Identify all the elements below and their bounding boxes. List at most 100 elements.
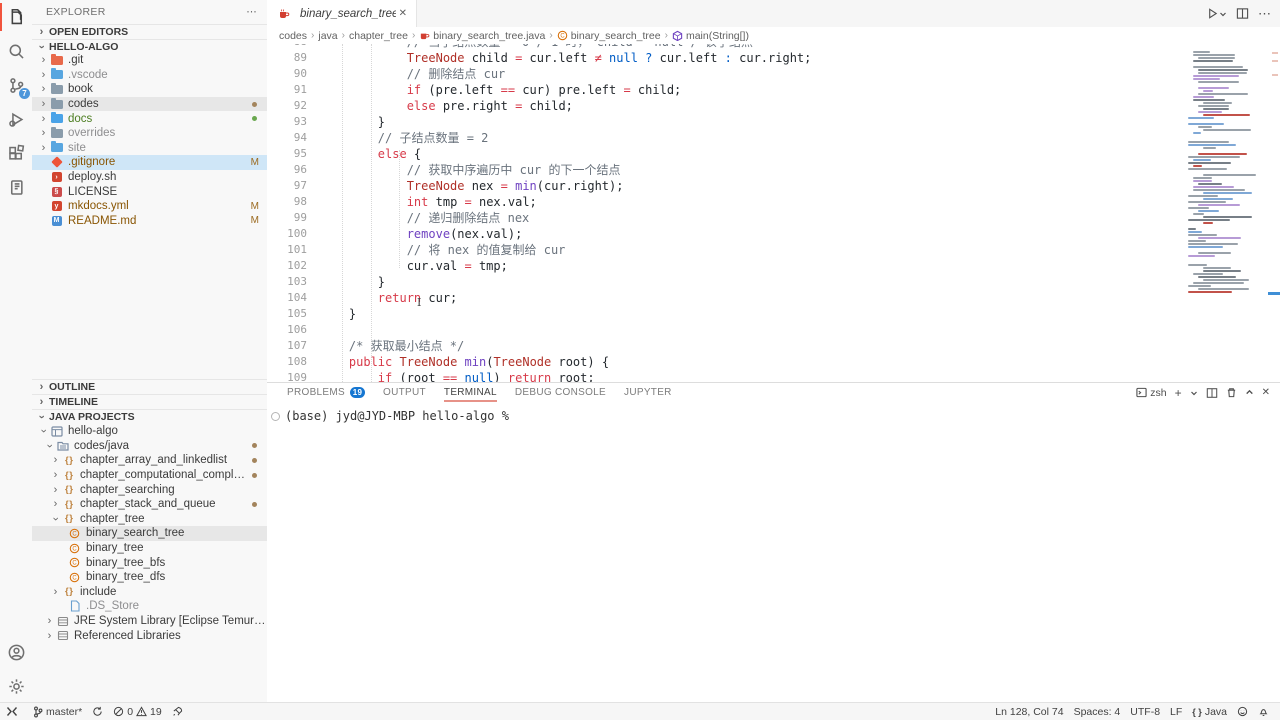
panel-tab-terminal[interactable]: TERMINAL bbox=[444, 383, 497, 402]
tab-binary-search-tree[interactable]: binary_search_tree.java ✕ bbox=[267, 0, 417, 27]
java-server-mode-item[interactable] bbox=[167, 706, 188, 717]
chevron-up-icon[interactable] bbox=[1245, 388, 1254, 397]
feedback-item[interactable] bbox=[1232, 706, 1253, 717]
language-mode-item[interactable]: { } Java bbox=[1187, 706, 1232, 718]
minimap[interactable] bbox=[1188, 44, 1268, 382]
settings-gear-icon[interactable] bbox=[0, 669, 32, 703]
svg-text:C: C bbox=[72, 575, 77, 581]
java-item-binary-tree-dfs[interactable]: Cbinary_tree_dfs bbox=[32, 570, 267, 585]
problems-status-item[interactable]: 0 19 bbox=[108, 706, 167, 718]
chevron-right-icon: › bbox=[36, 397, 47, 407]
file-mkdocs-yml[interactable]: ymkdocs.ymlM bbox=[32, 199, 267, 214]
java-item-chapter-array-and-linkedlist[interactable]: ›{ }chapter_array_and_linkedlist bbox=[32, 453, 267, 468]
panel-tab-debug-console[interactable]: DEBUG CONSOLE bbox=[515, 383, 606, 402]
code-line-102: 102 cur.val = tmp; bbox=[267, 258, 1185, 274]
run-debug-activity-icon[interactable] bbox=[0, 102, 32, 136]
item-label: binary_search_tree bbox=[86, 527, 267, 539]
panel-tab-problems[interactable]: PROBLEMS19 bbox=[287, 383, 365, 402]
java-item-binary-search-tree[interactable]: Cbinary_search_tree bbox=[32, 526, 267, 541]
open-editors-section[interactable]: › OPEN EDITORS bbox=[32, 24, 267, 39]
file-deploy-sh[interactable]: ›deploy.sh bbox=[32, 170, 267, 185]
launch-profile-button[interactable]: zsh bbox=[1136, 387, 1166, 399]
java-item-codes-java[interactable]: ›codes/java bbox=[32, 439, 267, 454]
account-icon[interactable] bbox=[0, 635, 32, 669]
modified-dot-badge bbox=[252, 443, 257, 448]
tab-close-icon[interactable]: ✕ bbox=[396, 7, 410, 20]
shell-label: zsh bbox=[1150, 387, 1166, 399]
minimap-line bbox=[1198, 210, 1219, 212]
run-button[interactable] bbox=[1206, 7, 1227, 20]
split-terminal-icon[interactable] bbox=[1206, 387, 1218, 399]
java-item-chapter-stack-and-queue[interactable]: ›{ }chapter_stack_and_queue bbox=[32, 497, 267, 512]
java-projects-section[interactable]: › JAVA PROJECTS bbox=[32, 409, 267, 424]
modified-dot-badge bbox=[252, 502, 257, 507]
java-cup-icon bbox=[276, 8, 291, 20]
java-item-hello-algo[interactable]: ›hello-algo bbox=[32, 424, 267, 439]
chevron-down-icon[interactable] bbox=[1190, 389, 1198, 397]
root-folder-section[interactable]: › HELLO-ALGO bbox=[32, 39, 267, 54]
terminal[interactable]: (base) jyd@JYD-MBP hello-algo % bbox=[271, 409, 1280, 423]
breadcrumb-item[interactable]: binary_search_tree.java bbox=[419, 30, 545, 42]
explorer-more-actions-icon[interactable]: ⋯ bbox=[246, 6, 257, 18]
cursor-position-item[interactable]: Ln 128, Col 74 bbox=[990, 706, 1068, 718]
minimap-line bbox=[1203, 192, 1252, 194]
split-editor-icon[interactable] bbox=[1236, 7, 1249, 20]
timeline-section[interactable]: › TIMELINE bbox=[32, 394, 267, 409]
breadcrumb-item[interactable]: Cbinary_search_tree bbox=[557, 30, 661, 42]
file-overrides[interactable]: ›overrides bbox=[32, 126, 267, 141]
code-editor[interactable]: 88 // 当子结点数量 = 0 / 1 时， child = null / 该… bbox=[267, 44, 1280, 382]
breadcrumb: codes›java›chapter_tree›binary_search_tr… bbox=[267, 27, 1280, 44]
java-item-binary-tree[interactable]: Cbinary_tree bbox=[32, 541, 267, 556]
trash-icon[interactable] bbox=[1226, 387, 1237, 398]
more-actions-icon[interactable]: ⋯ bbox=[1258, 6, 1272, 22]
new-terminal-icon[interactable]: + bbox=[1175, 386, 1182, 400]
git-branch-item[interactable]: master* bbox=[28, 706, 87, 718]
file-docs[interactable]: ›docs bbox=[32, 111, 267, 126]
open-editors-label: OPEN EDITORS bbox=[49, 26, 128, 38]
sync-button[interactable] bbox=[87, 706, 108, 717]
java-item-chapter-searching[interactable]: ›{ }chapter_searching bbox=[32, 482, 267, 497]
file-codes[interactable]: ›codes bbox=[32, 97, 267, 112]
source-control-activity-icon[interactable]: 7 bbox=[0, 68, 32, 102]
minimap-line bbox=[1188, 291, 1232, 293]
breadcrumb-item[interactable]: java bbox=[318, 30, 337, 42]
extensions-activity-icon[interactable] bbox=[0, 136, 32, 170]
file--vscode[interactable]: ›.vscode bbox=[32, 68, 267, 83]
breadcrumb-item[interactable]: main(String[]) bbox=[672, 30, 749, 42]
eol-item[interactable]: LF bbox=[1165, 706, 1187, 718]
bell-icon bbox=[1258, 706, 1269, 717]
file--gitignore[interactable]: .gitignoreM bbox=[32, 155, 267, 170]
java-item-binary-tree-bfs[interactable]: Cbinary_tree_bfs bbox=[32, 555, 267, 570]
outline-section[interactable]: › OUTLINE bbox=[32, 379, 267, 394]
line-number: 99 bbox=[267, 210, 320, 226]
item-label: overrides bbox=[68, 127, 267, 139]
java-item-chapter-tree[interactable]: ›{ }chapter_tree bbox=[32, 512, 267, 527]
indentation-item[interactable]: Spaces: 4 bbox=[1069, 706, 1126, 718]
java-item-jre-system-library-eclipse-temurin-17-17-[interactable]: ›JRE System Library [Eclipse Temurin 17 … bbox=[32, 614, 267, 629]
breadcrumb-item[interactable]: codes bbox=[279, 30, 307, 42]
panel-tab-jupyter[interactable]: JUPYTER bbox=[624, 383, 672, 402]
explorer-activity-icon[interactable] bbox=[0, 0, 32, 34]
close-panel-icon[interactable]: ✕ bbox=[1262, 387, 1270, 398]
java-item-chapter-computational-complexity[interactable]: ›{ }chapter_computational_complexity bbox=[32, 468, 267, 483]
breadcrumb-item[interactable]: chapter_tree bbox=[349, 30, 408, 42]
search-activity-icon[interactable] bbox=[0, 34, 32, 68]
remote-indicator[interactable] bbox=[0, 706, 24, 717]
terminal-prompt: (base) jyd@JYD-MBP hello-algo % bbox=[285, 409, 509, 423]
overview-ruler[interactable] bbox=[1268, 44, 1280, 382]
file-license[interactable]: §LICENSE bbox=[32, 184, 267, 199]
panel-tab-output[interactable]: OUTPUT bbox=[383, 383, 426, 402]
encoding-item[interactable]: UTF-8 bbox=[1125, 706, 1165, 718]
java-item-referenced-libraries[interactable]: ›Referenced Libraries bbox=[32, 628, 267, 643]
file-book[interactable]: ›book bbox=[32, 82, 267, 97]
notifications-item[interactable] bbox=[1253, 706, 1274, 717]
chevron-right-icon: › bbox=[44, 616, 55, 626]
notebook-activity-icon[interactable] bbox=[0, 170, 32, 204]
minimap-line bbox=[1188, 117, 1214, 119]
file-site[interactable]: ›site bbox=[32, 141, 267, 156]
file-readme-md[interactable]: MREADME.mdM bbox=[32, 214, 267, 229]
java-item-include[interactable]: ›{ }include bbox=[32, 585, 267, 600]
chevron-right-icon: › bbox=[38, 55, 49, 65]
java-item--ds-store[interactable]: .DS_Store bbox=[32, 599, 267, 614]
file--git[interactable]: ›.git bbox=[32, 53, 267, 68]
